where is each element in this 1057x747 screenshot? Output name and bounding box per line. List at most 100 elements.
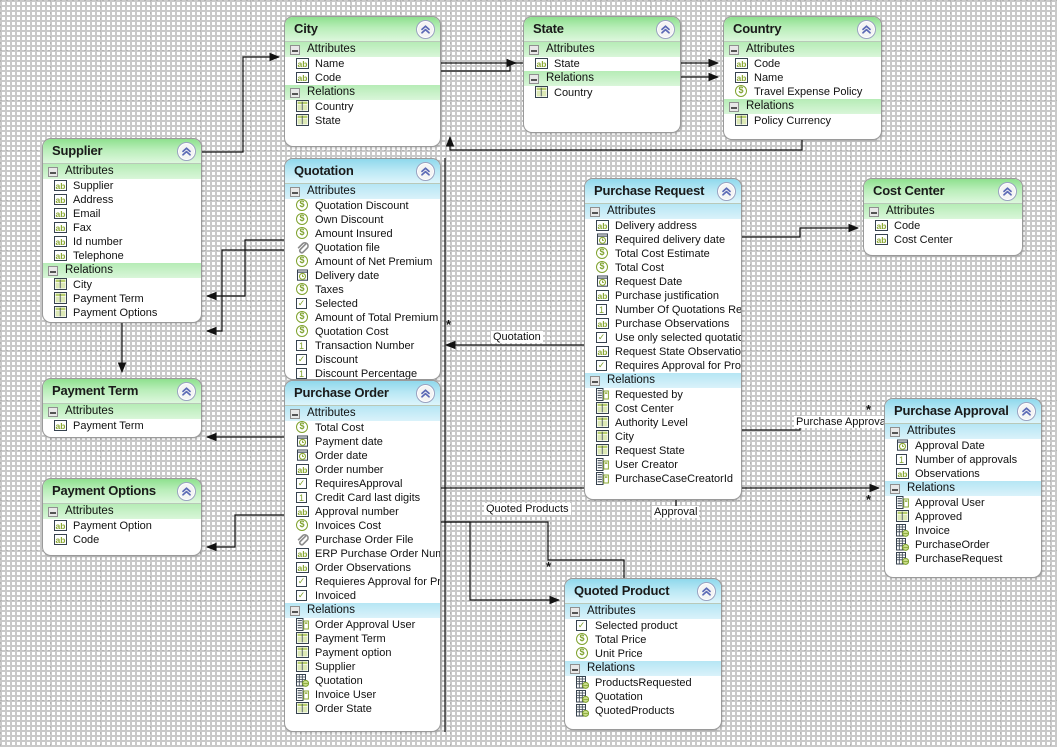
- entity-cost_center[interactable]: Cost Center Attributes ab Code ab Cost Center: [863, 178, 1023, 256]
- collapse-minus-icon[interactable]: [590, 207, 600, 217]
- attribute-row[interactable]: $ Total Cost: [585, 261, 741, 275]
- relation-row[interactable]: Quotation: [565, 690, 721, 704]
- section-header-attributes-purchase_approval[interactable]: Attributes: [885, 424, 1041, 439]
- relation-row[interactable]: PurchaseCaseCreatorId: [585, 472, 741, 486]
- section-header-attributes-cost_center[interactable]: Attributes: [864, 204, 1022, 219]
- relation-row[interactable]: PurchaseRequest: [885, 552, 1041, 566]
- collapse-chevron-up-icon[interactable]: [416, 162, 435, 181]
- attribute-row[interactable]: ab Supplier: [43, 179, 201, 193]
- attribute-row[interactable]: 1 Discount Percentage: [285, 367, 440, 379]
- attribute-row[interactable]: $ Amount of Total Premium: [285, 311, 440, 325]
- section-header-attributes-quotation[interactable]: Attributes: [285, 184, 440, 199]
- relation-row[interactable]: Approved: [885, 510, 1041, 524]
- attribute-row[interactable]: ab Code: [43, 533, 201, 547]
- collapse-chevron-up-icon[interactable]: [656, 20, 675, 39]
- entity-state[interactable]: State Attributes ab State Relations Country: [523, 16, 681, 133]
- relation-row[interactable]: Authority Level: [585, 416, 741, 430]
- collapse-minus-icon[interactable]: [290, 606, 300, 616]
- collapse-minus-icon[interactable]: [48, 407, 58, 417]
- entity-purchase_approval[interactable]: Purchase Approval Attributes Approval Date…: [884, 398, 1042, 578]
- attribute-row[interactable]: ✓ Requieres Approval for Products: [285, 575, 440, 589]
- collapse-minus-icon[interactable]: [869, 207, 879, 217]
- relation-row[interactable]: Order State: [285, 702, 440, 716]
- attribute-row[interactable]: $ Unit Price: [565, 647, 721, 661]
- attribute-row[interactable]: $ Total Cost Estimate: [585, 247, 741, 261]
- attribute-row[interactable]: ab Telephone: [43, 249, 201, 263]
- section-header-attributes-quoted_product[interactable]: Attributes: [565, 604, 721, 619]
- section-header-attributes-supplier[interactable]: Attributes: [43, 164, 201, 179]
- collapse-minus-icon[interactable]: [890, 427, 900, 437]
- attribute-row[interactable]: $ Invoices Cost: [285, 519, 440, 533]
- attribute-row[interactable]: ab Code: [864, 219, 1022, 233]
- attribute-row[interactable]: $ Quotation Discount: [285, 199, 440, 213]
- attribute-row[interactable]: ab Fax: [43, 221, 201, 235]
- attribute-row[interactable]: ab Purchase justification: [585, 289, 741, 303]
- diagram-canvas[interactable]: Quotation Quoted Products Approval Purchase…: [0, 0, 1057, 747]
- attribute-row[interactable]: ab Name: [724, 71, 881, 85]
- collapse-chevron-up-icon[interactable]: [1017, 402, 1036, 421]
- relation-row[interactable]: Supplier: [285, 660, 440, 674]
- attribute-row[interactable]: ab Name: [285, 57, 440, 71]
- collapse-minus-icon[interactable]: [290, 409, 300, 419]
- section-header-relations-supplier[interactable]: Relations: [43, 263, 201, 278]
- collapse-chevron-up-icon[interactable]: [177, 142, 196, 161]
- collapse-minus-icon[interactable]: [729, 45, 739, 55]
- relation-row[interactable]: Order Approval User: [285, 618, 440, 632]
- attribute-row[interactable]: Quotation file: [285, 241, 440, 255]
- attribute-row[interactable]: ✓ Selected product: [565, 619, 721, 633]
- relation-row[interactable]: State: [285, 114, 440, 128]
- section-header-attributes-state[interactable]: Attributes: [524, 42, 680, 57]
- attribute-row[interactable]: ab State: [524, 57, 680, 71]
- collapse-minus-icon[interactable]: [48, 167, 58, 177]
- relation-row[interactable]: QuotedProducts: [565, 704, 721, 718]
- collapse-minus-icon[interactable]: [570, 664, 580, 674]
- section-header-attributes-city[interactable]: Attributes: [285, 42, 440, 57]
- collapse-chevron-up-icon[interactable]: [177, 482, 196, 501]
- collapse-minus-icon[interactable]: [529, 45, 539, 55]
- section-header-relations-country[interactable]: Relations: [724, 99, 881, 114]
- attribute-row[interactable]: ✓ Discount: [285, 353, 440, 367]
- relation-row[interactable]: City: [43, 278, 201, 292]
- section-header-attributes-purchase_request[interactable]: Attributes: [585, 204, 741, 219]
- attribute-row[interactable]: $ Travel Expense Policy: [724, 85, 881, 99]
- attribute-row[interactable]: $ Amount Insured: [285, 227, 440, 241]
- attribute-row[interactable]: $ Total Cost: [285, 421, 440, 435]
- relation-row[interactable]: Approval User: [885, 496, 1041, 510]
- entity-payment_term[interactable]: Payment Term Attributes ab Payment Term: [42, 378, 202, 438]
- relation-row[interactable]: Request State: [585, 444, 741, 458]
- relation-row[interactable]: Cost Center: [585, 402, 741, 416]
- attribute-row[interactable]: $ Total Price: [565, 633, 721, 647]
- entity-payment_options[interactable]: Payment Options Attributes ab Payment Optio…: [42, 478, 202, 556]
- entity-purchase_request[interactable]: Purchase Request Attributes ab Delivery add…: [584, 178, 742, 500]
- attribute-row[interactable]: Order date: [285, 449, 440, 463]
- section-header-relations-quoted_product[interactable]: Relations: [565, 661, 721, 676]
- collapse-chevron-up-icon[interactable]: [697, 582, 716, 601]
- collapse-minus-icon[interactable]: [290, 88, 300, 98]
- attribute-row[interactable]: 1 Number Of Quotations Required: [585, 303, 741, 317]
- relation-row[interactable]: Requested by: [585, 388, 741, 402]
- collapse-chevron-up-icon[interactable]: [177, 382, 196, 401]
- section-header-relations-city[interactable]: Relations: [285, 85, 440, 100]
- attribute-row[interactable]: Request Date: [585, 275, 741, 289]
- attribute-row[interactable]: ab Code: [285, 71, 440, 85]
- relation-row[interactable]: ProductsRequested: [565, 676, 721, 690]
- attribute-row[interactable]: ✓ Requires Approval for Products: [585, 359, 741, 373]
- attribute-row[interactable]: ab Email: [43, 207, 201, 221]
- section-header-relations-state[interactable]: Relations: [524, 71, 680, 86]
- relation-row[interactable]: Policy Currency: [724, 114, 881, 128]
- attribute-row[interactable]: ab Order number: [285, 463, 440, 477]
- collapse-minus-icon[interactable]: [48, 507, 58, 517]
- attribute-row[interactable]: ab Id number: [43, 235, 201, 249]
- collapse-chevron-up-icon[interactable]: [857, 20, 876, 39]
- collapse-minus-icon[interactable]: [290, 45, 300, 55]
- entity-quoted_product[interactable]: Quoted Product Attributes ✓ Selected produc…: [564, 578, 722, 730]
- relation-row[interactable]: User Creator: [585, 458, 741, 472]
- attribute-row[interactable]: ✓ Use only selected quotations: [585, 331, 741, 345]
- relation-row[interactable]: Payment Options: [43, 306, 201, 320]
- attribute-row[interactable]: Payment date: [285, 435, 440, 449]
- entity-supplier[interactable]: Supplier Attributes ab Supplier ab Address ab E…: [42, 138, 202, 323]
- collapse-minus-icon[interactable]: [570, 607, 580, 617]
- attribute-row[interactable]: ✓ RequiresApproval: [285, 477, 440, 491]
- relation-row[interactable]: Country: [285, 100, 440, 114]
- attribute-row[interactable]: Delivery date: [285, 269, 440, 283]
